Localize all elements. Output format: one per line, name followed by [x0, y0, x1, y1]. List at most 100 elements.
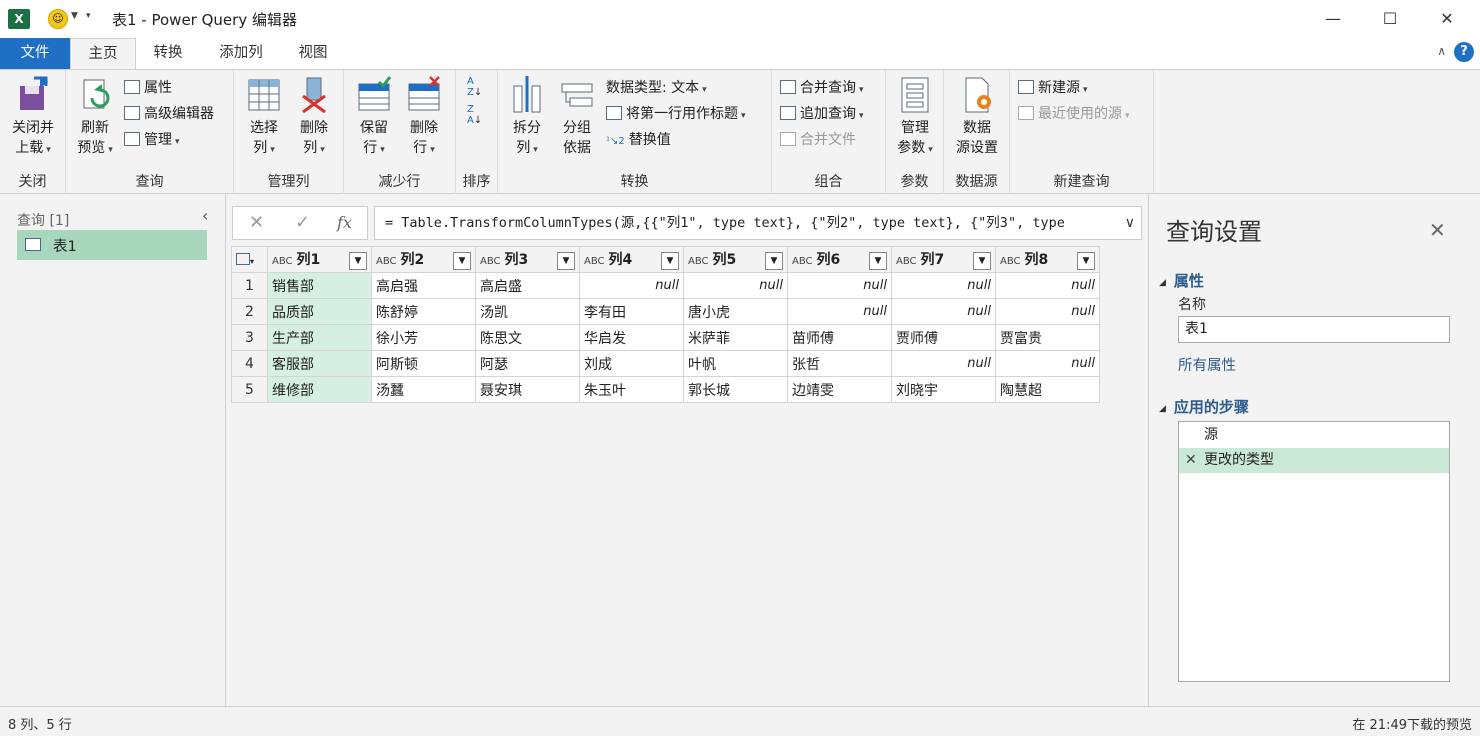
table-cell[interactable]: 品质部: [267, 298, 372, 325]
table-cell[interactable]: null: [891, 298, 996, 325]
table-cell[interactable]: 销售部: [267, 272, 372, 299]
smiley-feedback-icon[interactable]: ☺: [48, 9, 68, 29]
table-cell[interactable]: 汤凯: [475, 298, 580, 325]
group-by-button[interactable]: 分组 依据: [554, 76, 600, 158]
table-cell[interactable]: 贾师傅: [891, 324, 996, 351]
table-cell[interactable]: 高启盛: [475, 272, 580, 299]
feedback-dropdown-icon[interactable]: ▼: [71, 11, 78, 21]
data-source-settings-button[interactable]: 数据 源设置: [949, 76, 1005, 158]
sort-descending-icon[interactable]: Z A↓: [467, 104, 482, 126]
manage-query-button[interactable]: 管理 ▾: [124, 129, 180, 151]
remove-rows-button[interactable]: 删除行 ▾: [400, 76, 448, 160]
close-and-load-button[interactable]: 关闭并 上载 ▾: [6, 76, 60, 160]
table-cell[interactable]: 阿斯顿: [371, 350, 476, 377]
table-cell[interactable]: 叶帆: [683, 350, 788, 377]
step-changed-type[interactable]: ✕ 更改的类型: [1179, 448, 1449, 473]
row-number[interactable]: 2: [231, 298, 268, 325]
table-cell[interactable]: 朱玉叶: [579, 376, 684, 403]
table-cell[interactable]: 陈思文: [475, 324, 580, 351]
tab-add-column[interactable]: 添加列: [206, 38, 276, 69]
delete-step-icon[interactable]: ✕: [1185, 448, 1197, 473]
table-cell[interactable]: 生产部: [267, 324, 372, 351]
manage-parameters-button[interactable]: 管理 参数 ▾: [891, 76, 939, 160]
refresh-preview-button[interactable]: 刷新 预览 ▾: [72, 76, 118, 160]
data-type-dropdown[interactable]: 数据类型: 文本 ▾: [606, 77, 707, 99]
append-queries-button[interactable]: 追加查询 ▾: [780, 103, 864, 125]
table-cell[interactable]: 华启发: [579, 324, 684, 351]
table-cell[interactable]: null: [891, 350, 996, 377]
query-item-table1[interactable]: 表1: [17, 230, 207, 260]
column-header-6[interactable]: ABC 列6 ▼: [787, 246, 892, 273]
maximize-button[interactable]: ☐: [1375, 6, 1405, 32]
table-cell[interactable]: null: [683, 272, 788, 299]
recent-sources-button[interactable]: 最近使用的源 ▾: [1018, 103, 1130, 125]
table-cell[interactable]: 刘成: [579, 350, 684, 377]
new-source-button[interactable]: 新建源 ▾: [1018, 77, 1088, 99]
commit-formula-icon[interactable]: ✓: [295, 212, 310, 233]
table-cell[interactable]: 刘晓宇: [891, 376, 996, 403]
tab-transform[interactable]: 转换: [138, 38, 198, 69]
table-cell[interactable]: null: [995, 272, 1100, 299]
table-cell[interactable]: 陈舒婷: [371, 298, 476, 325]
table-cell[interactable]: 客服部: [267, 350, 372, 377]
collapse-queries-chevron-icon[interactable]: ‹: [202, 206, 208, 225]
table-cell[interactable]: 郭长城: [683, 376, 788, 403]
column-header-1[interactable]: ABC 列1 ▼: [267, 246, 372, 273]
table-cell[interactable]: null: [787, 298, 892, 325]
advanced-editor-button[interactable]: 高级编辑器: [124, 103, 214, 125]
customize-quick-access-icon[interactable]: ▾: [86, 11, 91, 21]
table-cell[interactable]: 陶慧超: [995, 376, 1100, 403]
column-header-2[interactable]: ABC 列2 ▼: [371, 246, 476, 273]
properties-section-header[interactable]: ◢ 属性: [1159, 270, 1204, 291]
sort-ascending-icon[interactable]: A Z↓: [467, 76, 482, 98]
row-number[interactable]: 1: [231, 272, 268, 299]
table-cell[interactable]: null: [787, 272, 892, 299]
choose-columns-button[interactable]: 选择列 ▾: [240, 76, 288, 160]
column-header-3[interactable]: ABC 列3 ▼: [475, 246, 580, 273]
row-number[interactable]: 3: [231, 324, 268, 351]
table-cell[interactable]: 聂安琪: [475, 376, 580, 403]
all-properties-link[interactable]: 所有属性: [1178, 354, 1236, 375]
row-number[interactable]: 5: [231, 376, 268, 403]
column-header-8[interactable]: ABC 列8 ▼: [995, 246, 1100, 273]
table-cell[interactable]: 米萨菲: [683, 324, 788, 351]
table-cell[interactable]: 李有田: [579, 298, 684, 325]
table-menu-icon[interactable]: ▾: [231, 246, 268, 273]
table-cell[interactable]: 唐小虎: [683, 298, 788, 325]
tab-view[interactable]: 视图: [284, 38, 342, 69]
row-number[interactable]: 4: [231, 350, 268, 377]
tab-file[interactable]: 文件: [0, 38, 70, 69]
column-header-7[interactable]: ABC 列7 ▼: [891, 246, 996, 273]
close-query-settings-icon[interactable]: ✕: [1429, 218, 1446, 242]
column-header-5[interactable]: ABC 列5 ▼: [683, 246, 788, 273]
table-cell[interactable]: null: [579, 272, 684, 299]
merge-queries-button[interactable]: 合并查询 ▾: [780, 77, 864, 99]
table-cell[interactable]: 高启强: [371, 272, 476, 299]
table-cell[interactable]: 汤蠶: [371, 376, 476, 403]
table-cell[interactable]: 边靖雯: [787, 376, 892, 403]
table-cell[interactable]: 维修部: [267, 376, 372, 403]
query-name-input[interactable]: 表1: [1178, 316, 1450, 343]
replace-values-button[interactable]: ¹↘2 替换值: [606, 129, 671, 151]
remove-columns-button[interactable]: 删除列 ▾: [290, 76, 338, 160]
tab-home[interactable]: 主页: [70, 38, 136, 70]
table-cell[interactable]: null: [995, 298, 1100, 325]
minimize-button[interactable]: —: [1318, 6, 1348, 32]
table-cell[interactable]: null: [995, 350, 1100, 377]
step-source[interactable]: 源: [1179, 423, 1449, 448]
column-header-4[interactable]: ABC 列4 ▼: [579, 246, 684, 273]
split-column-button[interactable]: 拆分列 ▾: [504, 76, 550, 160]
table-cell[interactable]: 徐小芳: [371, 324, 476, 351]
table-cell[interactable]: 张哲: [787, 350, 892, 377]
function-fx-icon[interactable]: fx: [337, 213, 352, 232]
cancel-formula-icon[interactable]: ✕: [249, 212, 264, 233]
properties-button[interactable]: 属性: [124, 77, 172, 99]
collapse-ribbon-icon[interactable]: ∧: [1437, 44, 1446, 58]
applied-steps-section-header[interactable]: ◢ 应用的步骤: [1159, 396, 1249, 417]
expand-formula-chevron-icon[interactable]: ∨: [1125, 207, 1135, 239]
table-cell[interactable]: 苗师傅: [787, 324, 892, 351]
combine-files-button[interactable]: 合并文件: [780, 129, 856, 151]
formula-bar[interactable]: = Table.TransformColumnTypes(源,{{"列1", t…: [374, 206, 1142, 240]
table-cell[interactable]: 贾富贵: [995, 324, 1100, 351]
keep-rows-button[interactable]: 保留行 ▾: [350, 76, 398, 160]
